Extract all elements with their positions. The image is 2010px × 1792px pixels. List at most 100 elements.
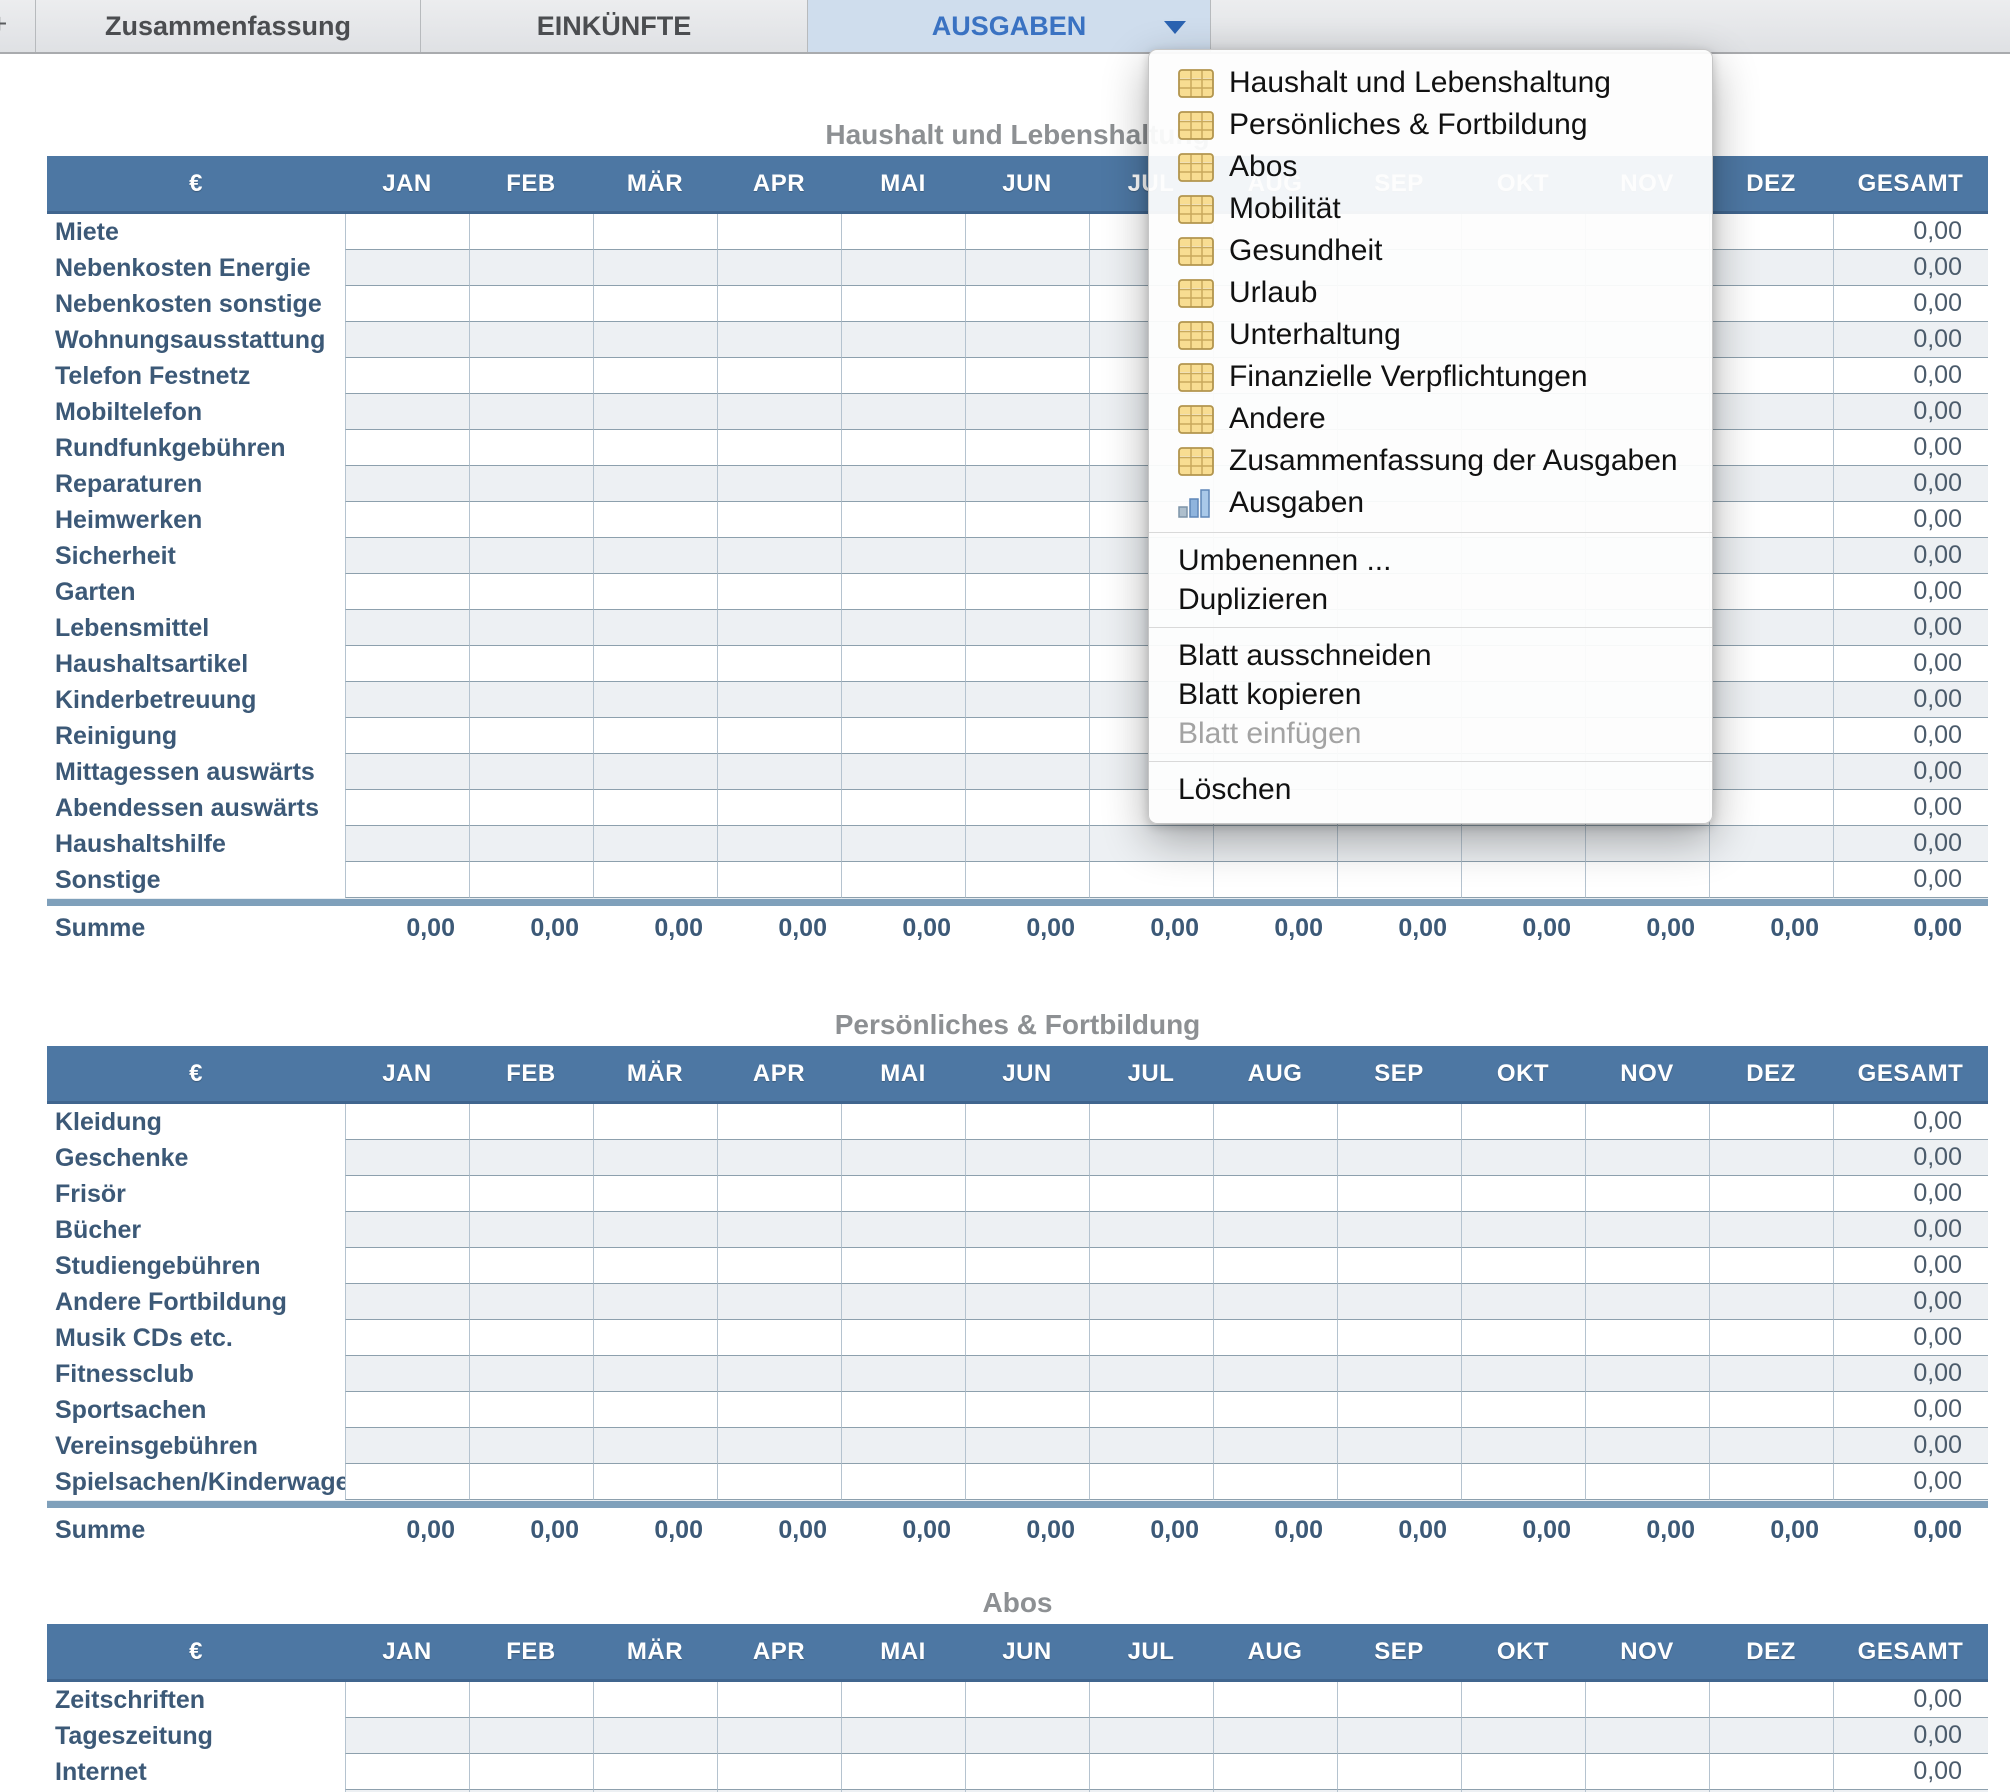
month-cell[interactable] bbox=[841, 1356, 965, 1392]
month-cell[interactable] bbox=[717, 1392, 841, 1428]
row-label[interactable]: Mittagessen auswärts bbox=[47, 754, 345, 790]
row-label[interactable]: Tageszeitung bbox=[47, 1718, 345, 1754]
column-header-gesamt[interactable]: GESAMT bbox=[1833, 1624, 1988, 1682]
column-header-month[interactable]: DEZ bbox=[1709, 1046, 1833, 1104]
month-cell[interactable] bbox=[1709, 1104, 1833, 1140]
column-header-month[interactable]: OKT bbox=[1461, 1046, 1585, 1104]
month-cell[interactable] bbox=[593, 502, 717, 538]
month-cell[interactable] bbox=[593, 718, 717, 754]
summe-month-value[interactable]: 0,00 bbox=[1213, 906, 1337, 951]
month-cell[interactable] bbox=[345, 1754, 469, 1790]
month-cell[interactable] bbox=[965, 358, 1089, 394]
menu-action-duplizieren[interactable]: Duplizieren bbox=[1149, 580, 1712, 619]
month-cell[interactable] bbox=[841, 538, 965, 574]
month-cell[interactable] bbox=[1213, 1754, 1337, 1790]
column-header-currency[interactable]: € bbox=[47, 156, 345, 214]
month-cell[interactable] bbox=[345, 1104, 469, 1140]
month-cell[interactable] bbox=[841, 646, 965, 682]
month-cell[interactable] bbox=[1709, 1356, 1833, 1392]
month-cell[interactable] bbox=[593, 1284, 717, 1320]
month-cell[interactable] bbox=[841, 1464, 965, 1500]
column-header-month[interactable]: JUL bbox=[1089, 1046, 1213, 1104]
column-header-month[interactable]: DEZ bbox=[1709, 1624, 1833, 1682]
month-cell[interactable] bbox=[469, 1356, 593, 1392]
month-cell[interactable] bbox=[345, 394, 469, 430]
month-cell[interactable] bbox=[841, 322, 965, 358]
month-cell[interactable] bbox=[1709, 1718, 1833, 1754]
month-cell[interactable] bbox=[1709, 610, 1833, 646]
row-total-cell[interactable]: 0,00 bbox=[1833, 250, 1988, 286]
month-cell[interactable] bbox=[593, 1176, 717, 1212]
month-cell[interactable] bbox=[593, 826, 717, 862]
row-total-cell[interactable]: 0,00 bbox=[1833, 826, 1988, 862]
row-total-cell[interactable]: 0,00 bbox=[1833, 1392, 1988, 1428]
month-cell[interactable] bbox=[1709, 862, 1833, 898]
month-cell[interactable] bbox=[1585, 1212, 1709, 1248]
month-cell[interactable] bbox=[841, 286, 965, 322]
menu-action-l-schen[interactable]: Löschen bbox=[1149, 770, 1712, 809]
row-total-cell[interactable]: 0,00 bbox=[1833, 358, 1988, 394]
summe-month-value[interactable]: 0,00 bbox=[965, 1508, 1089, 1553]
month-cell[interactable] bbox=[593, 754, 717, 790]
month-cell[interactable] bbox=[965, 538, 1089, 574]
month-cell[interactable] bbox=[1461, 826, 1585, 862]
month-cell[interactable] bbox=[469, 1176, 593, 1212]
month-cell[interactable] bbox=[965, 1284, 1089, 1320]
column-header-month[interactable]: MAI bbox=[841, 156, 965, 214]
month-cell[interactable] bbox=[1337, 1320, 1461, 1356]
month-cell[interactable] bbox=[841, 1104, 965, 1140]
month-cell[interactable] bbox=[593, 1682, 717, 1718]
summe-month-value[interactable]: 0,00 bbox=[1461, 906, 1585, 951]
month-cell[interactable] bbox=[965, 1464, 1089, 1500]
month-cell[interactable] bbox=[841, 466, 965, 502]
month-cell[interactable] bbox=[841, 1320, 965, 1356]
month-cell[interactable] bbox=[841, 718, 965, 754]
month-cell[interactable] bbox=[345, 1392, 469, 1428]
month-cell[interactable] bbox=[1089, 1464, 1213, 1500]
month-cell[interactable] bbox=[965, 682, 1089, 718]
month-cell[interactable] bbox=[1709, 538, 1833, 574]
month-cell[interactable] bbox=[1089, 862, 1213, 898]
menu-item-sheet-6[interactable]: Urlaub bbox=[1149, 272, 1712, 314]
summe-month-value[interactable]: 0,00 bbox=[841, 1508, 965, 1553]
month-cell[interactable] bbox=[345, 1320, 469, 1356]
column-header-month[interactable]: FEB bbox=[469, 1046, 593, 1104]
row-label[interactable]: Frisör bbox=[47, 1176, 345, 1212]
month-cell[interactable] bbox=[1709, 394, 1833, 430]
month-cell[interactable] bbox=[841, 358, 965, 394]
menu-item-sheet-2[interactable]: Persönliches & Fortbildung bbox=[1149, 104, 1712, 146]
summe-month-value[interactable]: 0,00 bbox=[965, 906, 1089, 951]
month-cell[interactable] bbox=[841, 394, 965, 430]
month-cell[interactable] bbox=[469, 1212, 593, 1248]
month-cell[interactable] bbox=[1337, 1392, 1461, 1428]
month-cell[interactable] bbox=[717, 1212, 841, 1248]
month-cell[interactable] bbox=[345, 610, 469, 646]
column-header-month[interactable]: FEB bbox=[469, 156, 593, 214]
row-total-cell[interactable]: 0,00 bbox=[1833, 538, 1988, 574]
month-cell[interactable] bbox=[345, 682, 469, 718]
month-cell[interactable] bbox=[1709, 322, 1833, 358]
column-header-month[interactable]: SEP bbox=[1337, 1624, 1461, 1682]
row-label[interactable]: Vereinsgebühren bbox=[47, 1428, 345, 1464]
month-cell[interactable] bbox=[965, 610, 1089, 646]
month-cell[interactable] bbox=[1337, 1140, 1461, 1176]
summe-month-value[interactable]: 0,00 bbox=[1089, 906, 1213, 951]
month-cell[interactable] bbox=[717, 682, 841, 718]
summe-month-value[interactable]: 0,00 bbox=[717, 1508, 841, 1553]
month-cell[interactable] bbox=[1089, 1140, 1213, 1176]
month-cell[interactable] bbox=[593, 1392, 717, 1428]
month-cell[interactable] bbox=[1585, 1140, 1709, 1176]
month-cell[interactable] bbox=[345, 214, 469, 250]
tab-einkuenfte[interactable]: EINKÜNFTE bbox=[421, 0, 808, 52]
row-total-cell[interactable]: 0,00 bbox=[1833, 1176, 1988, 1212]
month-cell[interactable] bbox=[1089, 1212, 1213, 1248]
month-cell[interactable] bbox=[593, 1464, 717, 1500]
month-cell[interactable] bbox=[1709, 1284, 1833, 1320]
month-cell[interactable] bbox=[965, 430, 1089, 466]
month-cell[interactable] bbox=[1585, 1464, 1709, 1500]
month-cell[interactable] bbox=[1461, 1682, 1585, 1718]
month-cell[interactable] bbox=[593, 286, 717, 322]
row-total-cell[interactable]: 0,00 bbox=[1833, 214, 1988, 250]
month-cell[interactable] bbox=[1089, 826, 1213, 862]
month-cell[interactable] bbox=[717, 394, 841, 430]
